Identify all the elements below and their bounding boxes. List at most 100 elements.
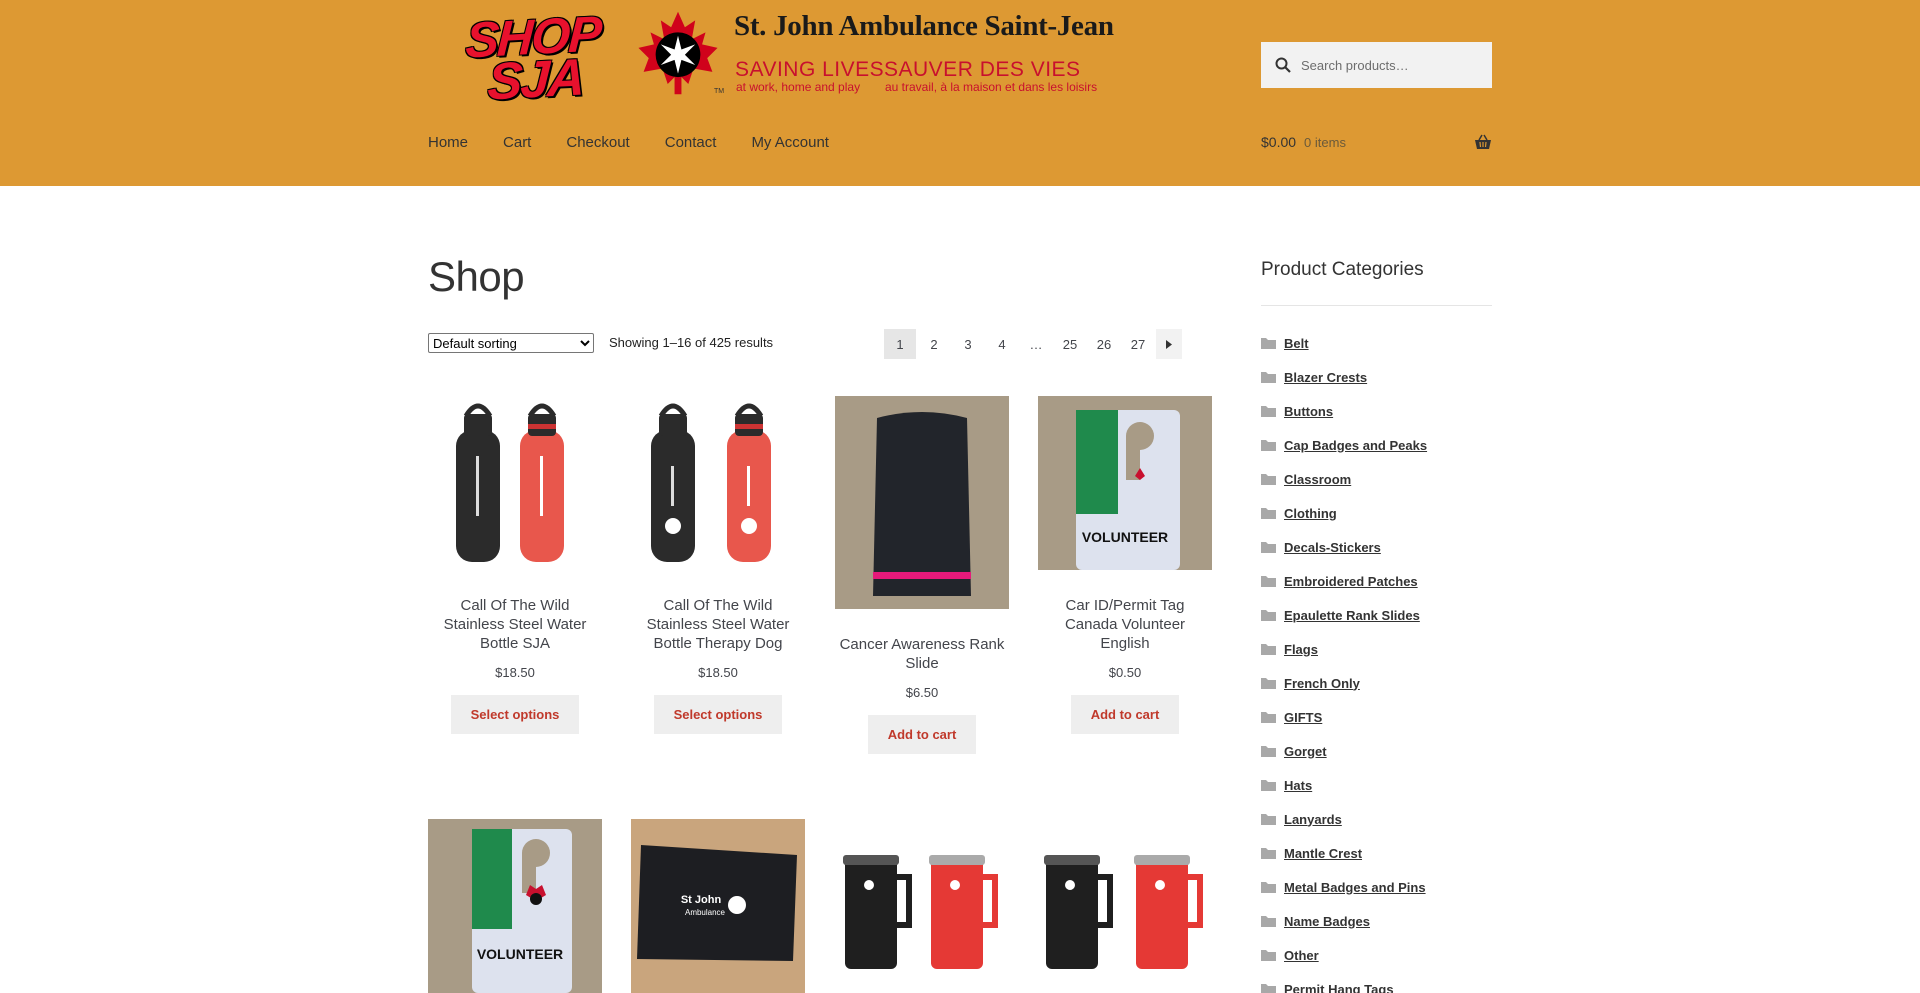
category-item: Classroom xyxy=(1261,462,1427,496)
product-image-travel-mug-sja[interactable] xyxy=(835,819,1009,993)
product-card xyxy=(1038,819,1212,993)
category-link[interactable]: Permit Hang Tags xyxy=(1284,982,1394,993)
select-options-button[interactable]: Select options xyxy=(450,695,580,734)
page-26[interactable]: 26 xyxy=(1088,329,1120,359)
product-price: $18.50 xyxy=(495,665,535,680)
product-price: $6.50 xyxy=(905,685,939,700)
category-link[interactable]: Gorget xyxy=(1284,744,1327,759)
category-item: Epaulette Rank Slides xyxy=(1261,598,1427,632)
category-item: Lanyards xyxy=(1261,802,1427,836)
subslogan-french: au travail, à la maison et dans les lois… xyxy=(885,80,1098,94)
cart-count: 0 items xyxy=(1304,134,1346,150)
category-item: Mantle Crest xyxy=(1261,836,1427,870)
subslogan-english: at work, home and play xyxy=(736,80,861,94)
sort-select[interactable]: Default sorting xyxy=(428,333,594,353)
folder-icon xyxy=(1261,984,1276,993)
category-link[interactable]: French Only xyxy=(1284,676,1360,691)
folder-icon xyxy=(1261,406,1276,417)
category-item: French Only xyxy=(1261,666,1427,700)
product-search xyxy=(1261,42,1492,88)
page-4[interactable]: 4 xyxy=(986,329,1018,359)
category-link[interactable]: Blazer Crests xyxy=(1284,370,1367,385)
category-link[interactable]: Decals-Stickers xyxy=(1284,540,1381,555)
category-link[interactable]: Lanyards xyxy=(1284,812,1342,827)
product-price: $0.50 xyxy=(1108,665,1142,680)
product-image-permit-tag-2[interactable]: VOLUNTEER xyxy=(428,819,602,993)
product-title[interactable]: Cancer Awareness Rank Slide xyxy=(835,635,1009,673)
category-link[interactable]: Belt xyxy=(1284,336,1309,351)
page-25[interactable]: 25 xyxy=(1054,329,1086,359)
result-count: Showing 1–16 of 425 results xyxy=(609,335,774,350)
product-image-gift-box[interactable]: St John Ambulance xyxy=(631,819,805,993)
select-options-button[interactable]: Select options xyxy=(653,695,783,734)
category-link[interactable]: Other xyxy=(1284,948,1319,963)
svg-text:St John: St John xyxy=(681,894,722,906)
category-item: Blazer Crests xyxy=(1261,360,1427,394)
product-card xyxy=(835,819,1009,993)
primary-navigation: Home Cart Checkout Contact My Account xyxy=(428,134,864,151)
folder-icon xyxy=(1261,848,1276,859)
folder-icon xyxy=(1261,372,1276,383)
product-image-water-bottle-therapy-dog[interactable] xyxy=(631,396,805,573)
nav-contact[interactable]: Contact xyxy=(665,134,717,151)
pagination: 1 2 3 4 … 25 26 27 xyxy=(884,329,1184,359)
org-name: St. John Ambulance Saint-Jean xyxy=(734,10,1114,42)
category-item: Metal Badges and Pins xyxy=(1261,870,1427,904)
category-item: Hats xyxy=(1261,768,1427,802)
nav-home[interactable]: Home xyxy=(428,134,468,151)
product-image-rank-slide[interactable] xyxy=(835,396,1009,612)
category-list: Belt Blazer Crests Buttons Cap Badges and P… xyxy=(1261,326,1427,993)
product-card: Call Of The Wild Stainless Steel Water B… xyxy=(428,396,602,734)
product-image-permit-tag[interactable]: VOLUNTEER xyxy=(1038,396,1212,573)
search-input[interactable] xyxy=(1301,57,1481,73)
product-image-travel-mug-therapy-dog[interactable] xyxy=(1038,819,1212,993)
next-page-button[interactable] xyxy=(1156,329,1182,359)
category-link[interactable]: Embroidered Patches xyxy=(1284,574,1418,589)
header-cart[interactable]: $0.00 0 items xyxy=(1261,134,1492,150)
category-link[interactable]: Buttons xyxy=(1284,404,1333,419)
page-27[interactable]: 27 xyxy=(1122,329,1154,359)
nav-checkout[interactable]: Checkout xyxy=(566,134,629,151)
category-item: Embroidered Patches xyxy=(1261,564,1427,598)
svg-text:VOLUNTEER: VOLUNTEER xyxy=(1082,529,1168,545)
folder-icon xyxy=(1261,474,1276,485)
search-icon[interactable] xyxy=(1275,57,1291,73)
category-link[interactable]: Cap Badges and Peaks xyxy=(1284,438,1427,453)
product-image-water-bottle-sja[interactable] xyxy=(428,396,602,573)
folder-icon xyxy=(1261,542,1276,553)
category-link[interactable]: Flags xyxy=(1284,642,1318,657)
trademark-label: TM xyxy=(714,88,725,95)
category-item: Other xyxy=(1261,938,1427,972)
product-title[interactable]: Car ID/Permit Tag Canada Volunteer Engli… xyxy=(1038,596,1212,653)
page-3[interactable]: 3 xyxy=(952,329,984,359)
nav-cart[interactable]: Cart xyxy=(503,134,531,151)
add-to-cart-button[interactable]: Add to cart xyxy=(1070,695,1180,734)
folder-icon xyxy=(1261,338,1276,349)
category-item: GIFTS xyxy=(1261,700,1427,734)
category-link[interactable]: Name Badges xyxy=(1284,914,1370,929)
nav-my-account[interactable]: My Account xyxy=(751,134,829,151)
category-item: Gorget xyxy=(1261,734,1427,768)
category-link[interactable]: Hats xyxy=(1284,778,1312,793)
category-link[interactable]: Clothing xyxy=(1284,506,1337,521)
page-2[interactable]: 2 xyxy=(918,329,950,359)
page-title: Shop xyxy=(428,253,525,300)
product-title[interactable]: Call Of The Wild Stainless Steel Water B… xyxy=(428,596,602,653)
category-link[interactable]: Classroom xyxy=(1284,472,1351,487)
category-item: Buttons xyxy=(1261,394,1427,428)
add-to-cart-button[interactable]: Add to cart xyxy=(867,715,977,754)
slogan-french: SAUVER DES VIES xyxy=(884,58,1081,81)
folder-icon xyxy=(1261,814,1276,825)
category-item: Clothing xyxy=(1261,496,1427,530)
page-1: 1 xyxy=(884,329,916,359)
category-link[interactable]: Epaulette Rank Slides xyxy=(1284,608,1420,623)
site-logo[interactable]: SHOP SJA TM St. John Ambulance Saint-Jea… xyxy=(462,6,1114,112)
shop-sja-logo: SHOP SJA xyxy=(462,6,622,112)
folder-icon xyxy=(1261,780,1276,791)
product-title[interactable]: Call Of The Wild Stainless Steel Water B… xyxy=(631,596,805,653)
category-link[interactable]: GIFTS xyxy=(1284,710,1322,725)
category-item: Permit Hang Tags xyxy=(1261,972,1427,993)
category-item: Flags xyxy=(1261,632,1427,666)
category-link[interactable]: Mantle Crest xyxy=(1284,846,1362,861)
category-link[interactable]: Metal Badges and Pins xyxy=(1284,880,1426,895)
